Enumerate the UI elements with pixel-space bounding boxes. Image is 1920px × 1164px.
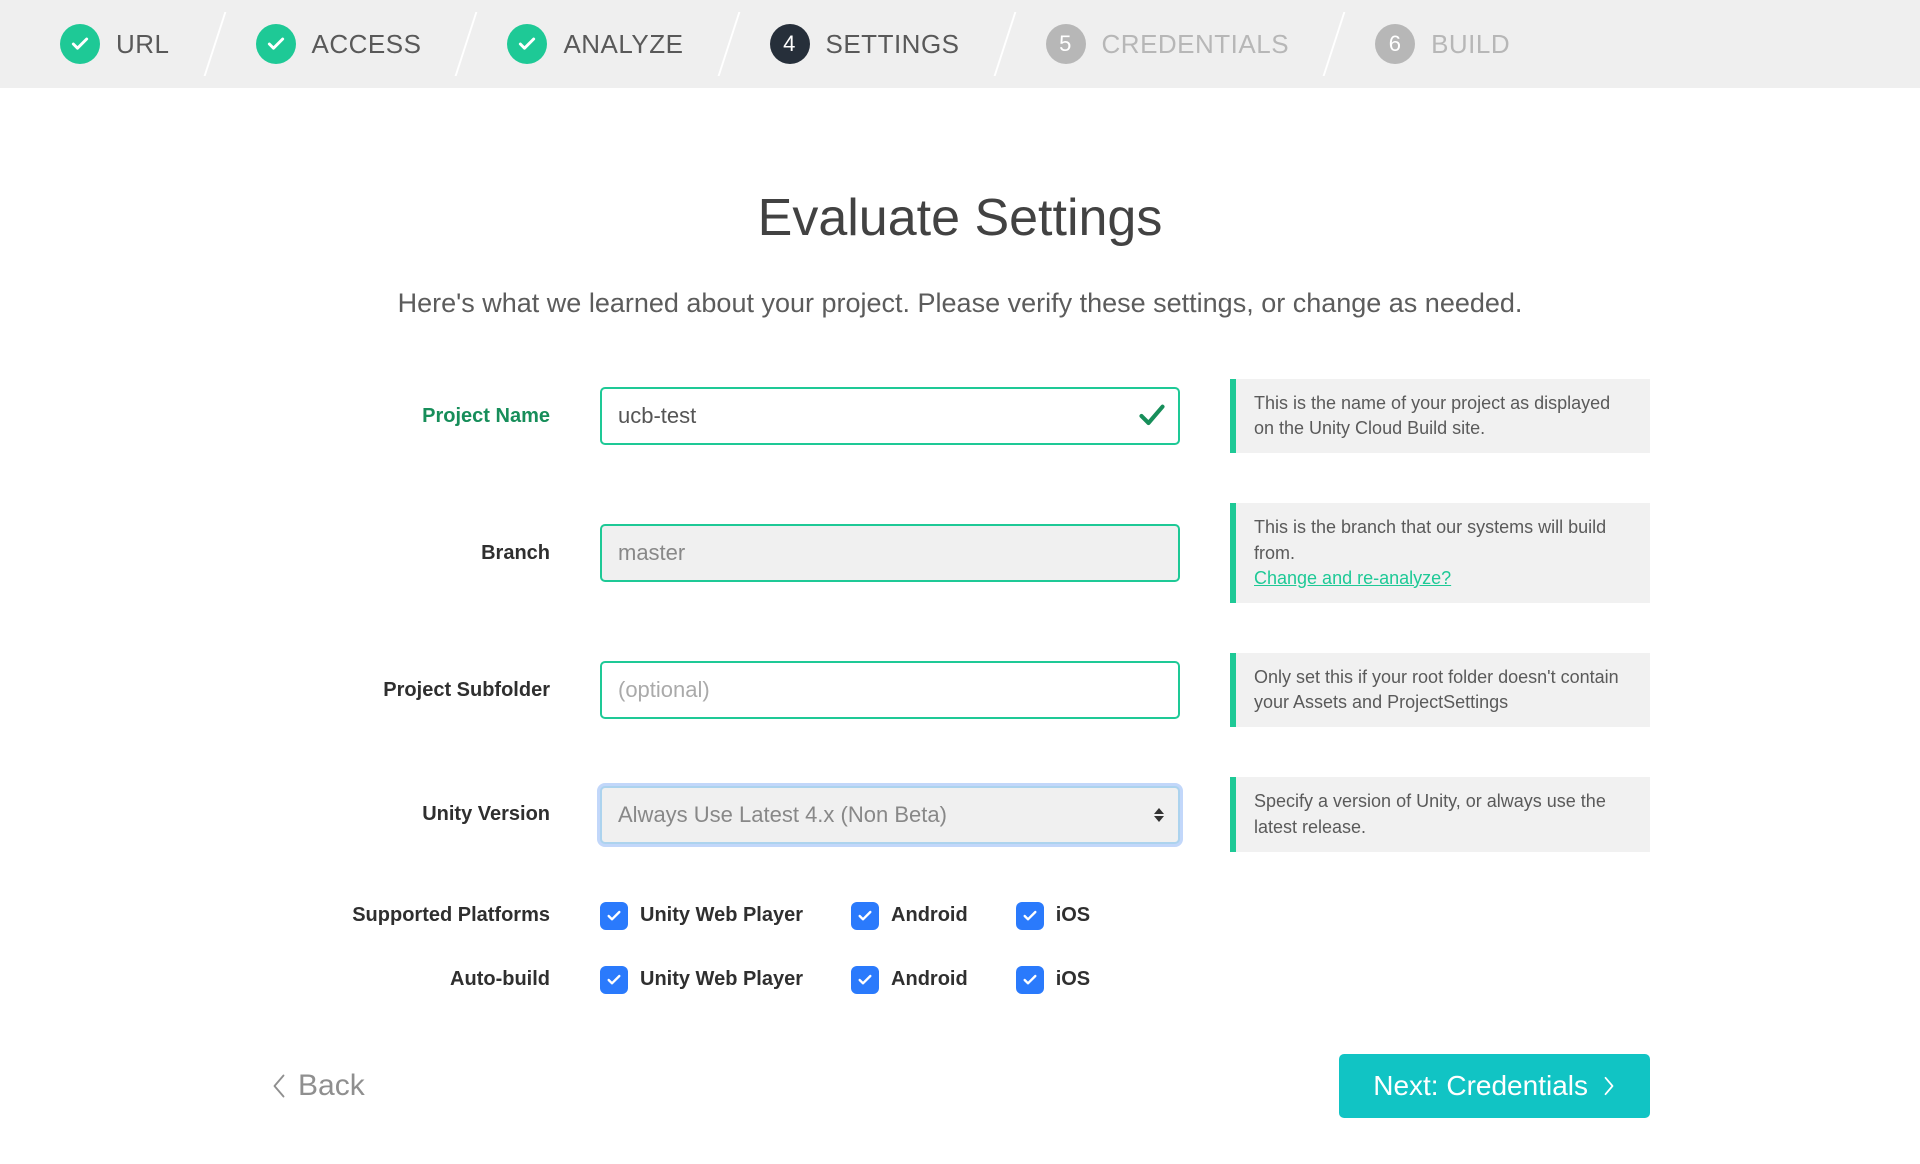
step-settings[interactable]: 4 SETTINGS [730, 0, 1006, 88]
cb-autobuild-android[interactable]: Android [851, 966, 968, 994]
step-credentials[interactable]: 5 CREDENTIALS [1006, 0, 1336, 88]
row-branch: Branch This is the branch that our syste… [270, 503, 1650, 603]
cb-platform-ios[interactable]: iOS [1016, 902, 1090, 930]
checkbox-icon [600, 966, 628, 994]
label-branch: Branch [270, 542, 550, 565]
next-button[interactable]: Next: Credentials [1339, 1054, 1650, 1118]
cb-label: iOS [1056, 904, 1090, 927]
main-content: Evaluate Settings Here's what we learned… [230, 188, 1690, 994]
step-label: CREDENTIALS [1102, 29, 1290, 60]
step-label: ACCESS [312, 29, 422, 60]
auto-build-group: Unity Web Player Android iOS [600, 966, 1090, 994]
note-branch-text: This is the branch that our systems will… [1254, 515, 1632, 565]
checkbox-icon [851, 902, 879, 930]
step-label: BUILD [1431, 29, 1510, 60]
field-branch [600, 524, 1180, 582]
step-url[interactable]: URL [20, 0, 216, 88]
cb-label: Android [891, 968, 968, 991]
step-build[interactable]: 6 BUILD [1335, 0, 1556, 88]
branch-input[interactable] [600, 524, 1180, 582]
reanalyze-link[interactable]: Change and re-analyze? [1254, 566, 1632, 591]
unity-version-select[interactable] [600, 786, 1180, 844]
page-subtitle: Here's what we learned about your projec… [270, 288, 1650, 319]
back-button[interactable]: Back [270, 1069, 365, 1103]
supported-platforms-group: Unity Web Player Android iOS [600, 902, 1090, 930]
check-icon [256, 24, 296, 64]
note-project-name: This is the name of your project as disp… [1230, 379, 1650, 453]
step-number: 5 [1046, 24, 1086, 64]
note-branch: This is the branch that our systems will… [1230, 503, 1650, 603]
stepper: URL ACCESS ANALYZE 4 SETTINGS 5 CREDENTI… [0, 0, 1920, 88]
cb-platform-webplayer[interactable]: Unity Web Player [600, 902, 803, 930]
step-access[interactable]: ACCESS [216, 0, 468, 88]
check-icon [507, 24, 547, 64]
row-supported-platforms: Supported Platforms Unity Web Player And… [270, 902, 1650, 930]
footer: Back Next: Credentials [230, 1054, 1690, 1118]
field-subfolder [600, 661, 1180, 719]
note-subfolder: Only set this if your root folder doesn'… [1230, 653, 1650, 727]
checkbox-icon [851, 966, 879, 994]
checkbox-icon [1016, 966, 1044, 994]
updown-icon [1154, 808, 1164, 822]
check-icon [1138, 402, 1166, 430]
page-title: Evaluate Settings [270, 188, 1650, 248]
subfolder-input[interactable] [600, 661, 1180, 719]
step-analyze[interactable]: ANALYZE [467, 0, 729, 88]
field-unity-version [600, 786, 1180, 844]
check-icon [60, 24, 100, 64]
checkbox-icon [600, 902, 628, 930]
next-button-label: Next: Credentials [1373, 1070, 1588, 1102]
note-unity-version: Specify a version of Unity, or always us… [1230, 777, 1650, 851]
cb-autobuild-webplayer[interactable]: Unity Web Player [600, 966, 803, 994]
cb-label: Android [891, 904, 968, 927]
label-unity-version: Unity Version [270, 803, 550, 826]
field-project-name [600, 387, 1180, 445]
chevron-right-icon [1602, 1075, 1616, 1097]
label-auto-build: Auto-build [270, 968, 550, 991]
cb-label: Unity Web Player [640, 968, 803, 991]
cb-autobuild-ios[interactable]: iOS [1016, 966, 1090, 994]
chevron-left-icon [270, 1072, 288, 1100]
row-subfolder: Project Subfolder Only set this if your … [270, 653, 1650, 727]
step-label: SETTINGS [826, 29, 960, 60]
step-label: URL [116, 29, 170, 60]
step-number: 6 [1375, 24, 1415, 64]
cb-label: Unity Web Player [640, 904, 803, 927]
cb-label: iOS [1056, 968, 1090, 991]
label-supported-platforms: Supported Platforms [270, 904, 550, 927]
cb-platform-android[interactable]: Android [851, 902, 968, 930]
step-label: ANALYZE [563, 29, 683, 60]
row-project-name: Project Name This is the name of your pr… [270, 379, 1650, 453]
project-name-input[interactable] [600, 387, 1180, 445]
row-unity-version: Unity Version Specify a version of Unity… [270, 777, 1650, 851]
label-project-name: Project Name [270, 405, 550, 428]
row-auto-build: Auto-build Unity Web Player Android iOS [270, 966, 1650, 994]
checkbox-icon [1016, 902, 1044, 930]
step-number: 4 [770, 24, 810, 64]
back-button-label: Back [298, 1069, 365, 1103]
label-subfolder: Project Subfolder [270, 679, 550, 702]
